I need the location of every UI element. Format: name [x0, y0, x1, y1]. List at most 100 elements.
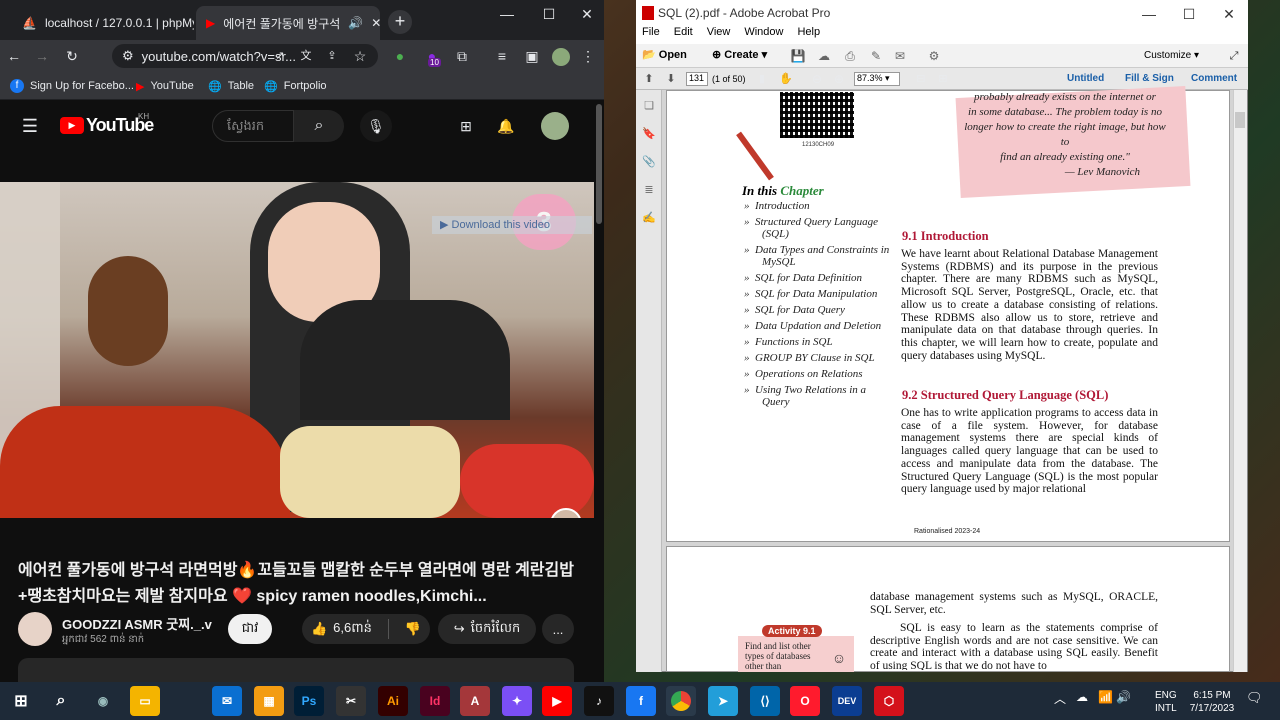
profile-avatar[interactable]	[552, 48, 570, 66]
youtube-taskbar-icon[interactable]: ▶	[542, 686, 572, 716]
page-scrollbar[interactable]	[596, 104, 602, 224]
channel-name[interactable]: GOODZZI ASMR 굿찌._.v	[62, 614, 212, 633]
close-tab-icon[interactable]: ✕	[371, 16, 380, 30]
language-indicator[interactable]: ENG INTL	[1155, 689, 1177, 715]
tab-phpmyadmin[interactable]: ⛵ localhost / 127.0.0.1 | phpMy	[12, 6, 194, 40]
windows-store-icon[interactable]: ▦	[254, 686, 284, 716]
print-icon[interactable]: ⎙	[840, 44, 860, 68]
toc-item[interactable]: » Using Two Relations in a Query	[744, 384, 890, 408]
page-number-input[interactable]: 131	[686, 72, 708, 86]
toc-item[interactable]: » SQL for Data Query	[744, 304, 890, 316]
bookmark-table[interactable]: 🌐 Table	[208, 76, 254, 96]
tab-fill-sign[interactable]: Fill & Sign	[1125, 73, 1174, 84]
tab-untitled[interactable]: Untitled	[1067, 73, 1104, 84]
new-tab-button[interactable]: +	[388, 10, 412, 34]
telegram-icon[interactable]: ➤	[708, 686, 738, 716]
save-icon[interactable]: 💾	[788, 44, 808, 68]
maximize-icon[interactable]: ☐	[534, 2, 564, 26]
hamburger-menu-icon[interactable]: ☰	[18, 114, 42, 138]
edit-icon[interactable]: ✎	[866, 44, 886, 68]
zoom-in-icon[interactable]: ⊕	[830, 67, 848, 91]
tiktok-icon[interactable]: ♪	[584, 686, 614, 716]
search-taskbar-icon[interactable]: ⌕	[46, 686, 76, 716]
youtube-logo-icon[interactable]: ▶	[60, 117, 84, 134]
toc-item[interactable]: » SQL for Data Manipulation	[744, 288, 890, 300]
acrobat-maximize-icon[interactable]: ☐	[1174, 2, 1204, 26]
back-icon[interactable]: ←	[2, 44, 26, 68]
notification-center-icon[interactable]: 🗨	[1246, 690, 1263, 706]
bookmarks-panel-icon[interactable]: 🔖	[638, 122, 660, 146]
windows-start-icon[interactable]: ⊞	[6, 686, 36, 716]
prev-page-icon[interactable]: ⬆	[640, 67, 658, 91]
wifi-icon[interactable]: 📶	[1098, 690, 1113, 704]
search-icon[interactable]: ⌕	[294, 110, 344, 142]
messenger-icon[interactable]: ✦	[502, 686, 532, 716]
subscribe-button[interactable]: ជាវ	[228, 614, 272, 644]
toc-item[interactable]: » Data Updation and Deletion	[744, 320, 890, 332]
menu-window[interactable]: Window	[744, 26, 783, 38]
hand-tool-icon[interactable]: ✋	[776, 67, 796, 91]
signatures-icon[interactable]: ✍	[638, 206, 660, 230]
settings-gear-icon[interactable]: ⚙	[924, 44, 944, 68]
menu-file[interactable]: File	[642, 26, 660, 38]
email-icon[interactable]: ✉	[890, 44, 910, 68]
devtools-icon[interactable]: DEV	[832, 686, 862, 716]
dislike-icon[interactable]: 👎	[405, 621, 421, 637]
layers-icon[interactable]: ≣	[638, 178, 660, 202]
toc-item[interactable]: » Structured Query Language (SQL)	[744, 216, 890, 240]
bookmark-fortpolio[interactable]: 🌐 Fortpolio	[264, 76, 327, 96]
customize-button[interactable]: Customize ▾	[1144, 50, 1199, 61]
tab-comment[interactable]: Comment	[1191, 73, 1237, 84]
menu-view[interactable]: View	[707, 26, 731, 38]
description-box[interactable]	[18, 658, 574, 682]
youtube-search-input[interactable]: ស្វែងរក	[212, 110, 294, 142]
clock[interactable]: 6:15 PM 7/17/2023	[1184, 689, 1240, 715]
create-button[interactable]: ⊕ Create ▾	[712, 48, 767, 61]
video-player[interactable]: 3 ▶ Download this video	[0, 182, 594, 518]
extensions-puzzle-icon[interactable]: ⧉	[452, 44, 472, 68]
bookmark-facebook[interactable]: f Sign Up for Facebo...	[10, 76, 134, 96]
photoshop-icon[interactable]: Ps	[294, 686, 324, 716]
create-video-icon[interactable]: ⊞	[454, 114, 478, 138]
close-window-icon[interactable]: ✕	[572, 2, 602, 26]
acrobat-taskbar-icon[interactable]: ⬡	[874, 686, 904, 716]
camera-icon[interactable]: ◉	[88, 686, 118, 716]
chrome-menu-icon[interactable]: ⋮	[578, 44, 598, 68]
site-info-icon[interactable]: ⚙	[122, 48, 134, 64]
file-explorer-icon[interactable]: ▭	[130, 686, 160, 716]
cloud-icon[interactable]: ☁	[814, 44, 834, 68]
toc-item[interactable]: » Functions in SQL	[744, 336, 890, 348]
toc-item[interactable]: » Data Types and Constraints in MySQL	[744, 244, 890, 268]
menu-edit[interactable]: Edit	[674, 26, 693, 38]
illustrator-icon[interactable]: Ai	[378, 686, 408, 716]
bookmark-star-icon[interactable]: ☆	[350, 44, 370, 68]
select-tool-icon[interactable]: ▮	[752, 67, 772, 91]
account-avatar[interactable]	[541, 112, 569, 140]
pdf-scrollbar[interactable]	[1233, 90, 1247, 672]
fit-width-icon[interactable]: ⊞	[934, 67, 952, 91]
acrobat-close-icon[interactable]: ✕	[1214, 2, 1244, 26]
attachments-icon[interactable]: 📎	[638, 150, 660, 174]
toc-item[interactable]: » Operations on Relations	[744, 368, 890, 380]
next-page-icon[interactable]: ⬇	[662, 67, 680, 91]
tray-app-icon[interactable]: ☁	[1076, 690, 1088, 704]
expand-icon[interactable]: ⤢	[1224, 44, 1244, 68]
share-icon[interactable]: ⇪	[322, 44, 342, 68]
pdf-scroll-thumb[interactable]	[1235, 112, 1245, 128]
translate-icon[interactable]: 文	[296, 44, 316, 68]
forward-icon[interactable]: →	[30, 44, 54, 68]
extension-icon[interactable]: ●	[390, 44, 410, 68]
toc-item[interactable]: » GROUP BY Clause in SQL	[744, 352, 890, 364]
reload-icon[interactable]: ↻	[60, 44, 84, 68]
open-button[interactable]: 📂 Open	[642, 48, 687, 61]
chrome-taskbar-icon[interactable]	[666, 686, 696, 716]
side-panel-icon[interactable]: ▣	[522, 44, 542, 68]
toc-item[interactable]: » SQL for Data Definition	[744, 272, 890, 284]
tray-overflow-icon[interactable]: ︿	[1054, 690, 1066, 707]
menu-help[interactable]: Help	[797, 26, 820, 38]
access-icon[interactable]: A	[460, 686, 490, 716]
notifications-bell-icon[interactable]: 🔔	[494, 114, 518, 138]
share-button[interactable]: ↪ ចែករំលែក	[438, 614, 536, 644]
like-icon[interactable]: 👍	[311, 621, 327, 637]
page-thumbnails-icon[interactable]: ❏	[638, 94, 660, 118]
